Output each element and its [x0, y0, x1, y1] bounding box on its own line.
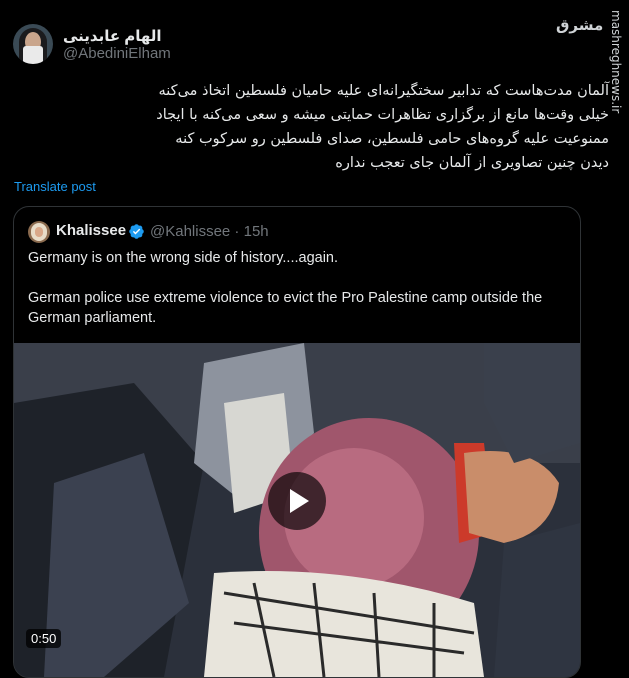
quoted-text: Germany is on the wrong side of history.… [28, 248, 568, 348]
play-icon [290, 489, 309, 513]
quoted-author-avatar[interactable] [28, 221, 50, 243]
play-button[interactable] [268, 472, 326, 530]
video-duration: 0:50 [26, 629, 62, 648]
mashregh-logo: مشرق [556, 16, 604, 34]
translate-post-link[interactable]: Translate post [14, 179, 96, 194]
post-text-line: خیلی وقت‌ها مانع از برگزاری تظاهرات حمای… [156, 107, 609, 123]
quoted-author-handle[interactable]: @Kahlissee · 15h [150, 223, 269, 240]
quoted-post[interactable]: Khalissee @Kahlissee · 15h Germany is on… [13, 206, 581, 678]
verified-badge-icon [129, 224, 144, 239]
author-avatar[interactable] [13, 24, 53, 64]
post-card: الهام عابدینی @AbediniElham آلمان مدت‌ها… [0, 0, 629, 678]
watermark: mashreghnews.ir [597, 10, 623, 160]
quoted-paragraph: Germany is on the wrong side of history.… [28, 250, 339, 266]
quoted-author-name[interactable]: Khalissee [56, 222, 126, 239]
post-text-line: دیدن چنین تصاویری از آلمان جای تعجب ندار… [335, 155, 609, 171]
video-player[interactable]: 0:50 [14, 343, 580, 677]
post-text-line: آلمان مدت‌هاست که تدابیر سختگیرانه‌ای عل… [158, 83, 609, 99]
quoted-paragraph: German police use extreme violence to ev… [28, 290, 543, 326]
post-text-line: ممنوعیت علیه گروه‌های حامی فلسطین، صدای … [175, 131, 609, 147]
author-display-name[interactable]: الهام عابدینی [63, 27, 162, 45]
author-handle[interactable]: @AbediniElham [63, 45, 171, 62]
watermark-site: mashreghnews.ir [609, 10, 623, 114]
post-text: آلمان مدت‌هاست که تدابیر سختگیرانه‌ای عل… [14, 79, 609, 175]
